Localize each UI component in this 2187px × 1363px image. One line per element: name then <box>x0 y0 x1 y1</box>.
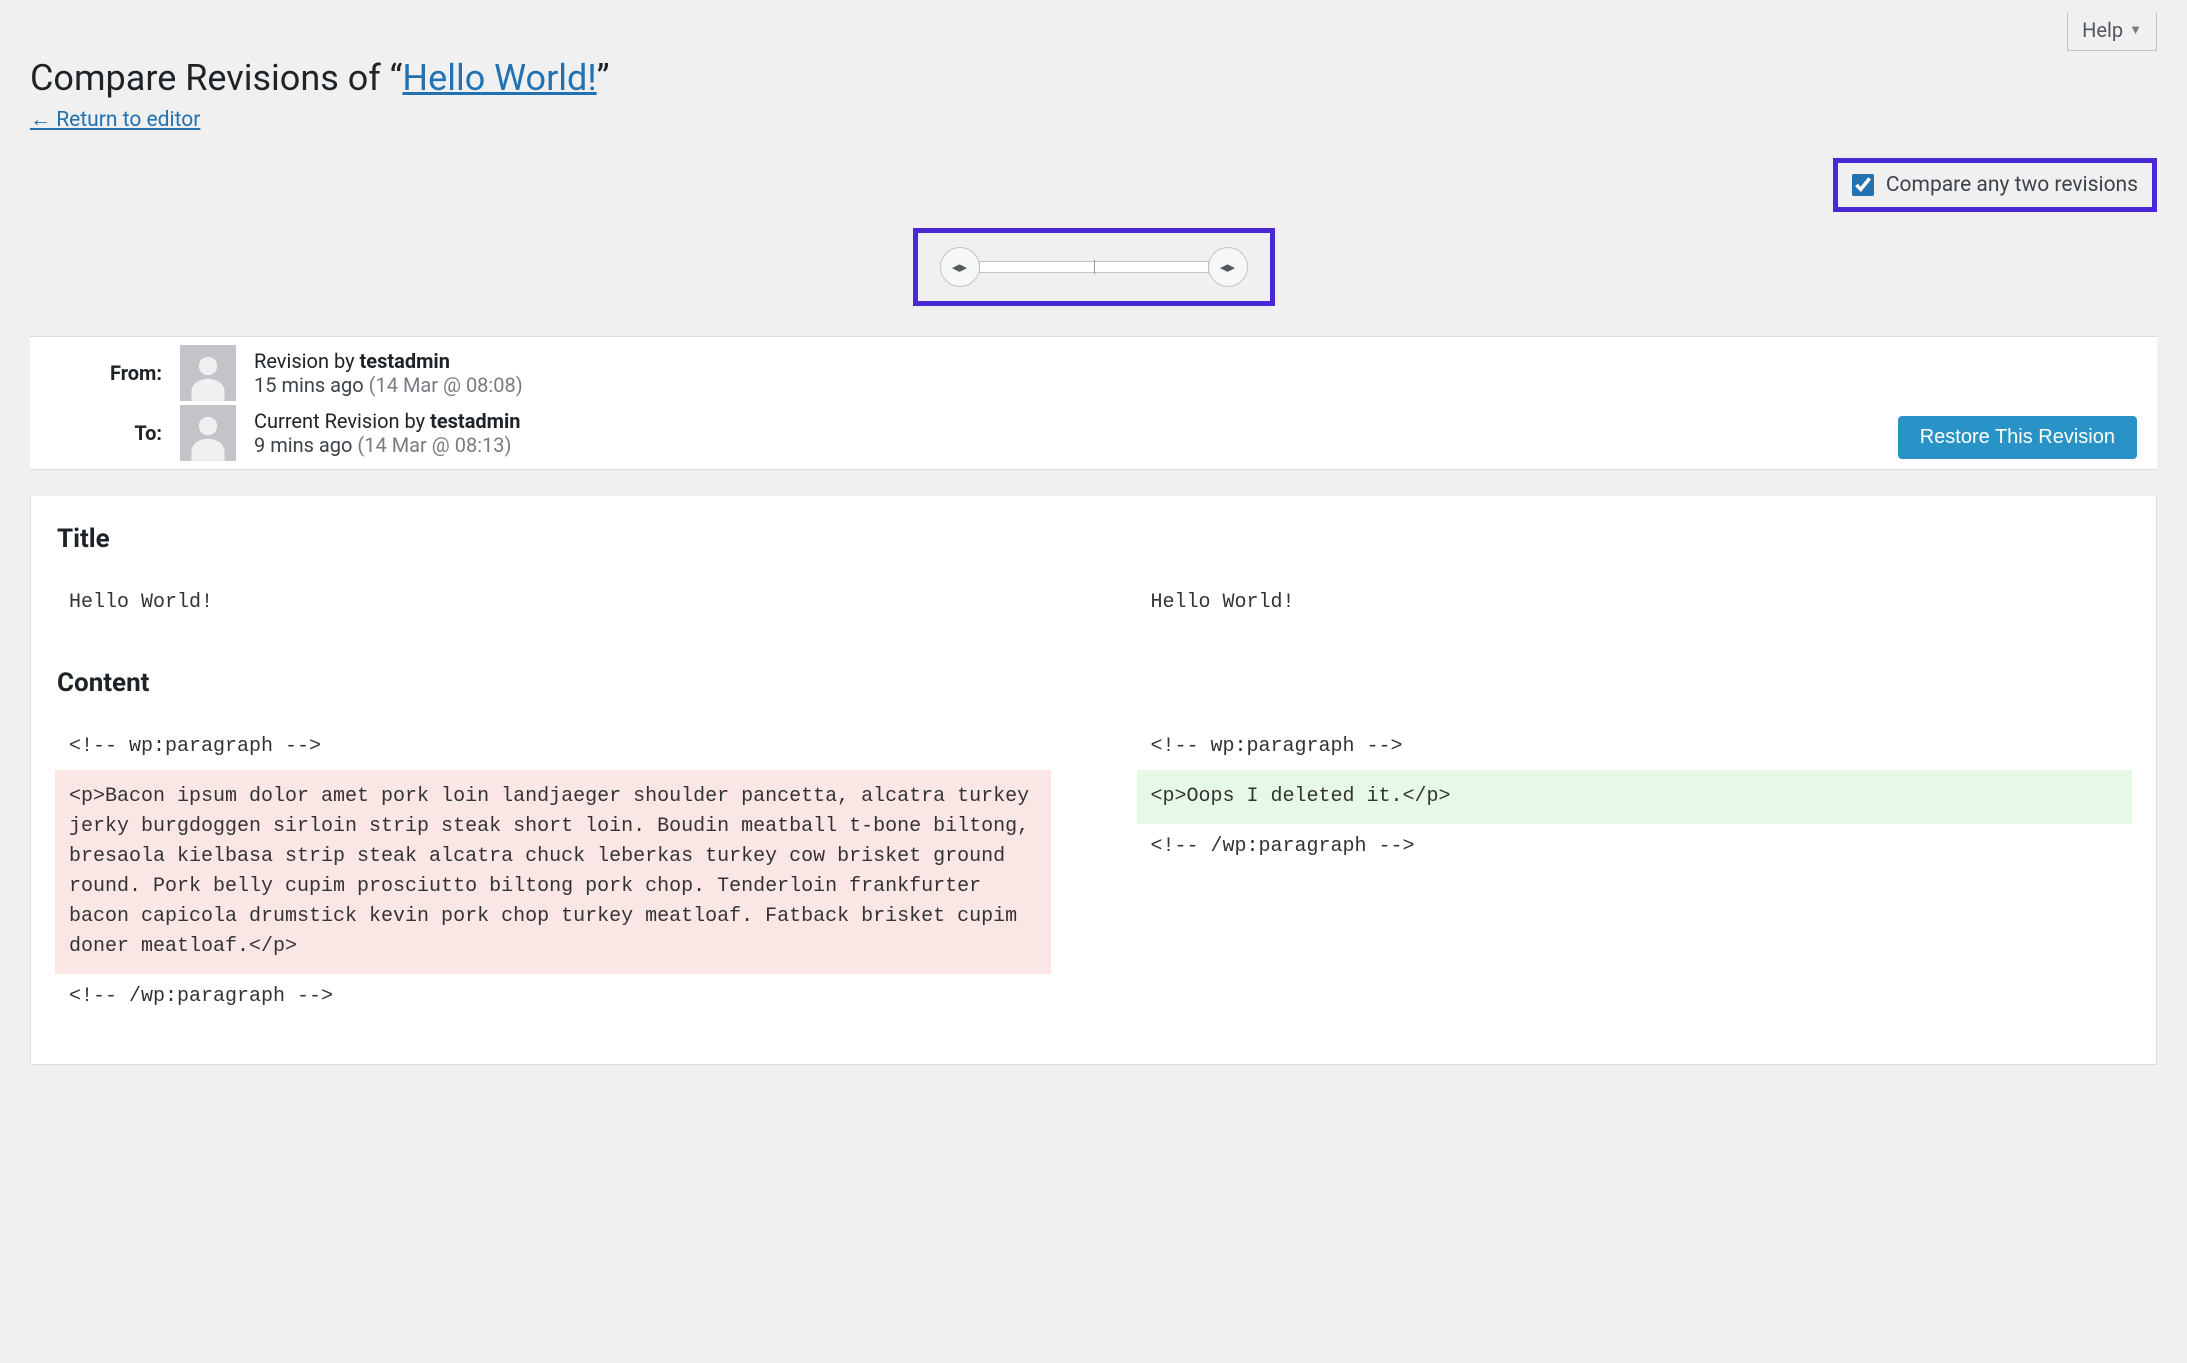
chevron-down-icon: ▼ <box>2129 22 2142 38</box>
revision-meta-panel: From: Revision by testadmin 15 mins ago … <box>30 336 2157 470</box>
diff-content-heading: Content <box>57 668 2130 698</box>
compare-two-revisions-checkbox[interactable] <box>1852 174 1874 196</box>
arrows-horizontal-icon: ◂▸ <box>1220 258 1235 276</box>
page-title-suffix: ” <box>597 57 610 99</box>
restore-revision-button[interactable]: Restore This Revision <box>1898 416 2137 459</box>
to-timestamp: 9 mins ago (14 Mar @ 08:13) <box>254 433 520 457</box>
slider-tick <box>1094 260 1095 274</box>
avatar <box>180 345 236 401</box>
diff-body-left: <p>Bacon ipsum dolor amet pork loin land… <box>55 770 1051 974</box>
page-title-prefix: Compare Revisions of “ <box>30 57 402 99</box>
revision-from-row: From: Revision by testadmin 15 mins ago … <box>52 345 2157 401</box>
page-title: Compare Revisions of “Hello World!” <box>30 55 2157 102</box>
from-label: From: <box>52 361 162 385</box>
diff-title-heading: Title <box>57 524 2130 554</box>
from-revision-by: Revision by testadmin <box>254 349 523 373</box>
user-icon <box>186 413 230 461</box>
return-to-editor-link[interactable]: ← Return to editor <box>30 108 200 132</box>
revision-slider[interactable]: ◂▸ ◂▸ <box>913 228 1275 306</box>
slider-handle-to[interactable]: ◂▸ <box>1208 247 1248 287</box>
diff-open-left: <!-- wp:paragraph --> <box>55 724 1051 770</box>
diff-body-right: <p>Oops I deleted it.</p> <box>1137 770 2133 824</box>
user-icon <box>186 353 230 401</box>
diff-close-left: <!-- /wp:paragraph --> <box>55 974 1051 1020</box>
to-author: testadmin <box>430 409 520 433</box>
avatar <box>180 405 236 461</box>
diff-title-left: Hello World! <box>55 580 1051 626</box>
compare-two-revisions-toggle[interactable]: Compare any two revisions <box>1833 158 2157 212</box>
revision-to-row: To: Current Revision by testadmin 9 mins… <box>52 405 2157 461</box>
slider-handle-from[interactable]: ◂▸ <box>940 247 980 287</box>
diff-close-right: <!-- /wp:paragraph --> <box>1137 824 2133 870</box>
slider-track[interactable] <box>979 261 1209 273</box>
help-tab[interactable]: Help ▼ <box>2067 12 2157 51</box>
to-revision-by: Current Revision by testadmin <box>254 409 520 433</box>
arrows-horizontal-icon: ◂▸ <box>952 258 967 276</box>
from-timestamp: 15 mins ago (14 Mar @ 08:08) <box>254 373 523 397</box>
to-label: To: <box>52 421 162 445</box>
post-title-link[interactable]: Hello World! <box>402 57 596 99</box>
from-author: testadmin <box>360 349 450 373</box>
diff-panel: Title Hello World! Hello World! Content … <box>30 496 2157 1065</box>
compare-two-revisions-label: Compare any two revisions <box>1886 173 2138 197</box>
diff-title-right: Hello World! <box>1137 580 2133 626</box>
diff-open-right: <!-- wp:paragraph --> <box>1137 724 2133 770</box>
help-tab-label: Help <box>2082 18 2123 42</box>
